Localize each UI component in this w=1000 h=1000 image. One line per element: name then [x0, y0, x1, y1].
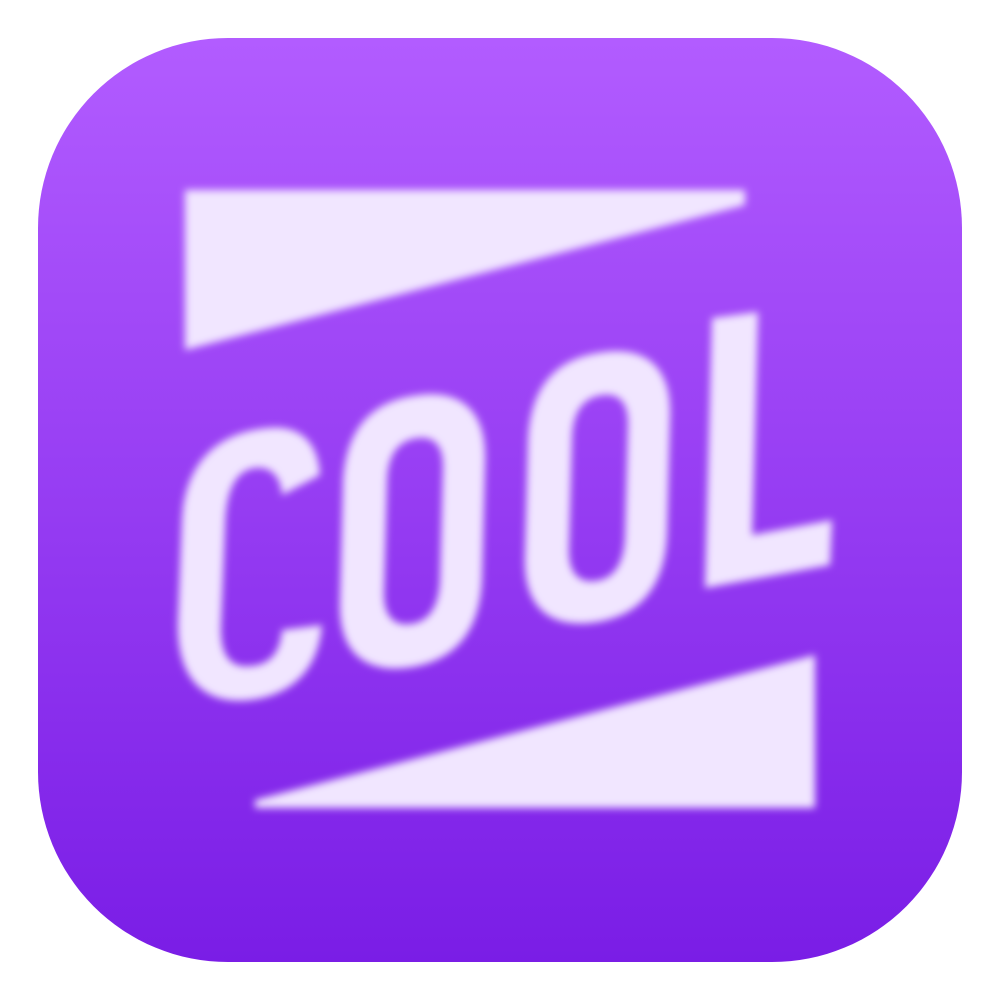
- cool-emoji-canvas: COOL: [0, 0, 1000, 1000]
- cool-button-icon: [38, 38, 962, 962]
- rounded-square-background: [38, 38, 962, 962]
